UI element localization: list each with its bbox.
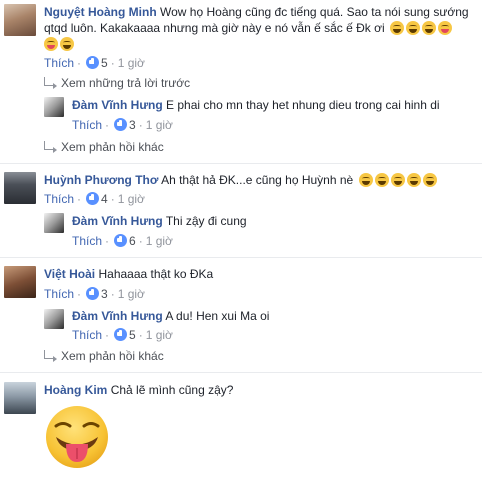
comment-author[interactable]: Huỳnh Phương Thơ bbox=[44, 173, 158, 187]
avatar[interactable] bbox=[4, 382, 36, 414]
view-previous-replies[interactable]: Xem những trả lời trước bbox=[44, 75, 190, 91]
comment-text: Ah thật hả ĐK...e cũng họ Huỳnh nè bbox=[161, 173, 354, 187]
avatar[interactable] bbox=[4, 4, 36, 36]
divider bbox=[0, 257, 482, 258]
like-link[interactable]: Thích bbox=[44, 287, 74, 301]
like-count[interactable]: 5 bbox=[129, 328, 136, 342]
timestamp[interactable]: 1 giờ bbox=[118, 192, 145, 206]
avatar[interactable] bbox=[44, 213, 64, 233]
like-count[interactable]: 5 bbox=[101, 56, 108, 70]
like-icon[interactable] bbox=[86, 56, 100, 69]
comment-text: Wow họ Hoàng cũng đc tiếng quá. Sao ta n… bbox=[160, 5, 469, 19]
divider bbox=[0, 163, 482, 164]
reply-actions: Thích · 6 · 1 giờ bbox=[72, 234, 173, 248]
like-count[interactable]: 3 bbox=[129, 118, 136, 132]
avatar[interactable] bbox=[4, 172, 36, 204]
like-count[interactable]: 4 bbox=[101, 192, 108, 206]
like-icon[interactable] bbox=[114, 234, 128, 247]
grinning-emoji-icon bbox=[422, 21, 436, 35]
grinning-emoji-icon bbox=[358, 173, 373, 187]
tongue-emoji-icon bbox=[44, 37, 58, 51]
like-icon[interactable] bbox=[114, 118, 128, 131]
reply-actions: Thích · 3 · 1 giờ bbox=[72, 118, 173, 132]
like-icon[interactable] bbox=[114, 328, 128, 341]
like-link[interactable]: Thích bbox=[44, 56, 74, 70]
like-count[interactable]: 6 bbox=[129, 234, 136, 248]
avatar[interactable] bbox=[44, 309, 64, 329]
comment-actions: Thích · 4 · 1 giờ bbox=[44, 192, 145, 206]
view-more-replies[interactable]: Xem phản hồi khác bbox=[44, 348, 164, 364]
comment-text: qtqd luôn. Kakakaaaa nhưng mà giờ này e … bbox=[44, 21, 385, 35]
reply-actions: Thích · 5 · 1 giờ bbox=[72, 328, 173, 342]
comment-text: Chả lẽ mình cũng zậy? bbox=[110, 383, 234, 397]
timestamp[interactable]: 1 giờ bbox=[146, 234, 173, 248]
divider bbox=[0, 372, 482, 373]
reply-author[interactable]: Đàm Vĩnh Hưng bbox=[72, 214, 163, 228]
tongue-face-sticker-icon bbox=[46, 406, 108, 468]
tongue-emoji-icon bbox=[438, 21, 452, 35]
timestamp[interactable]: 1 giờ bbox=[118, 56, 145, 70]
like-icon[interactable] bbox=[86, 287, 100, 300]
comment-actions: Thích · 3 · 1 giờ bbox=[44, 287, 145, 301]
comment-text: Hahaaaa thật ko ĐKa bbox=[98, 267, 214, 281]
grinning-emoji-icon bbox=[374, 173, 389, 187]
reply-text: A du! Hen xui Ma oi bbox=[165, 309, 270, 323]
grinning-emoji-icon bbox=[60, 37, 74, 51]
grinning-emoji-icon bbox=[390, 173, 405, 187]
reply-arrow-icon bbox=[44, 141, 57, 153]
like-link[interactable]: Thích bbox=[44, 192, 74, 206]
reply-arrow-icon bbox=[44, 350, 57, 362]
avatar[interactable] bbox=[44, 97, 64, 117]
timestamp[interactable]: 1 giờ bbox=[118, 287, 145, 301]
reply-text: Thi zậy đi cung bbox=[165, 214, 247, 228]
comment-author[interactable]: Nguyệt Hoàng Minh bbox=[44, 5, 157, 19]
reply-text: E phai cho mn thay het nhung dieu trong … bbox=[166, 98, 440, 112]
like-icon[interactable] bbox=[86, 192, 100, 205]
comment-actions: Thích · 5 · 1 giờ bbox=[44, 56, 145, 70]
like-link[interactable]: Thích bbox=[72, 328, 102, 342]
comment-author[interactable]: Hoàng Kim bbox=[44, 383, 107, 397]
grinning-emoji-icon bbox=[390, 21, 404, 35]
avatar[interactable] bbox=[4, 266, 36, 298]
comment-author[interactable]: Việt Hoài bbox=[44, 267, 95, 281]
like-link[interactable]: Thích bbox=[72, 234, 102, 248]
reply-author[interactable]: Đàm Vĩnh Hưng bbox=[72, 98, 163, 112]
like-link[interactable]: Thích bbox=[72, 118, 102, 132]
timestamp[interactable]: 1 giờ bbox=[146, 118, 173, 132]
grinning-emoji-icon bbox=[406, 173, 421, 187]
grinning-emoji-icon bbox=[406, 21, 420, 35]
like-count[interactable]: 3 bbox=[101, 287, 108, 301]
reply-arrow-icon bbox=[44, 77, 57, 89]
grinning-emoji-icon bbox=[422, 173, 437, 187]
reply-author[interactable]: Đàm Vĩnh Hưng bbox=[72, 309, 163, 323]
timestamp[interactable]: 1 giờ bbox=[146, 328, 173, 342]
view-more-replies[interactable]: Xem phản hồi khác bbox=[44, 139, 164, 155]
